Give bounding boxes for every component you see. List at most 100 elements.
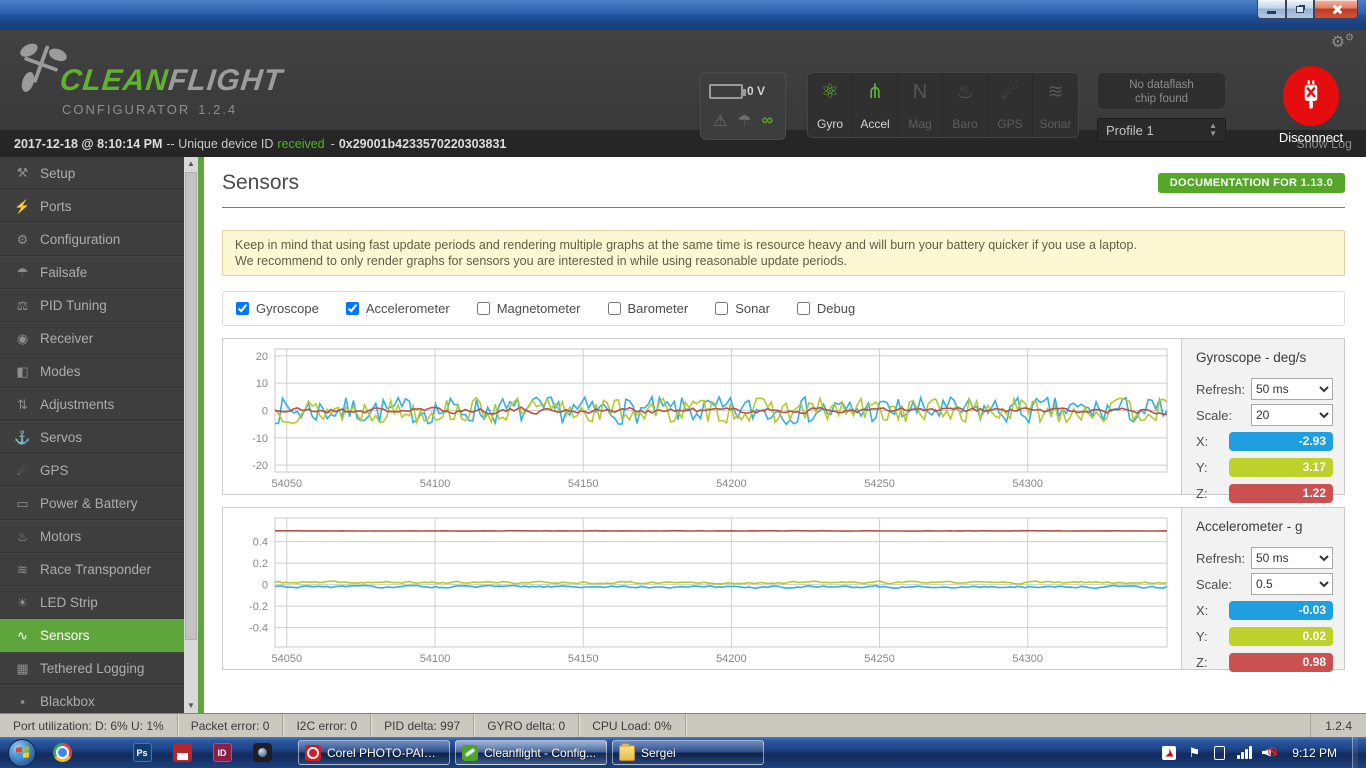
sensor-indicator-baro: ♨ Baro: [943, 73, 988, 137]
checkbox-input-debug[interactable]: [796, 302, 810, 315]
gyroscope-plot: 54050 54100 54150 54200 54250 54300 20 10 0 -10 -2…: [223, 339, 1181, 494]
disconnect-button[interactable]: Disconnect: [1256, 66, 1366, 145]
sidebar-item-motors[interactable]: ♨ Motors: [0, 520, 184, 553]
checkbox-label: Debug: [816, 301, 856, 316]
refresh-row: Refresh: 50 ms: [1196, 547, 1333, 569]
brand-name: CLEANFLIGHT: [58, 64, 285, 97]
checkbox-input-gyroscope[interactable]: [236, 302, 249, 315]
sidebar-item-tethered-logging[interactable]: ▦ Tethered Logging: [0, 652, 184, 685]
cleanflight-logo: CLEANFLIGHT CONFIGURATOR 1.2.4: [12, 38, 312, 124]
pinned-chrome-button[interactable]: [42, 739, 82, 767]
show-desktop-button[interactable]: [1352, 737, 1358, 768]
sidebar-scrollbar: ▲ ▼: [184, 157, 198, 713]
log-timestamp: 2017-12-18 @ 8:10:14 PM: [14, 136, 163, 151]
window-minimize-button[interactable]: [1257, 0, 1286, 19]
refresh-select[interactable]: 50 ms: [1251, 378, 1333, 400]
checkbox-label: Barometer: [627, 301, 689, 316]
sidebar-item-gps[interactable]: ☄ GPS: [0, 454, 184, 487]
svg-text:-0.4: -0.4: [249, 623, 268, 635]
volume-muted-icon[interactable]: [1261, 746, 1277, 760]
window-close-button[interactable]: [1314, 0, 1358, 19]
sidebar-item-configuration[interactable]: ⚙ Configuration: [0, 223, 184, 256]
device-tray-icon[interactable]: [1213, 745, 1225, 760]
scale-row: Scale: 0.5: [1196, 573, 1333, 595]
sidebar-item-ports[interactable]: ⚡ Ports: [0, 190, 184, 223]
sidebar-item-pid-tuning[interactable]: ⚖ PID Tuning: [0, 289, 184, 322]
pinned-indesign-button[interactable]: ID: [202, 739, 242, 767]
windows-taskbar: Ps ID Corel PHOTO-PAINT... Cleanflight - C…: [0, 737, 1366, 768]
settings-gears-icon[interactable]: ⚙⚙: [1331, 32, 1354, 52]
scrollbar-up-arrow[interactable]: ▲: [184, 157, 198, 171]
pinned-camera-button[interactable]: [242, 739, 282, 767]
checkbox-label: Accelerometer: [365, 301, 450, 316]
dataflash-status-button[interactable]: No dataflash chip found: [1097, 72, 1226, 110]
checkbox-input-accelerometer[interactable]: [345, 302, 359, 315]
chart-canvas-1: 54050 54100 54150 54200 54250 54300 0.4 0.2 0 -0.…: [249, 517, 1168, 665]
sidebar-item-race-transponder[interactable]: ≋ Race Transponder: [0, 553, 184, 586]
checkbox-input-barometer[interactable]: [607, 302, 621, 315]
scrollbar-down-arrow[interactable]: ▼: [184, 699, 198, 713]
checkbox-barometer[interactable]: Barometer: [607, 301, 689, 316]
battery-icon: ▭: [16, 495, 29, 511]
taskbar-button-label: Corel PHOTO-PAINT...: [327, 745, 443, 760]
svg-text:54100: 54100: [420, 653, 451, 665]
pinned-photoshop-button[interactable]: Ps: [122, 739, 162, 767]
refresh-label: Refresh:: [1196, 381, 1246, 397]
pinned-floppy-button[interactable]: [162, 739, 202, 767]
window-titlebar: [0, 0, 1366, 30]
sidebar-item-label: Power & Battery: [40, 496, 138, 511]
sidebar-item-power-battery[interactable]: ▭ Power & Battery: [0, 487, 184, 520]
app-version: 1.2.4: [198, 102, 238, 117]
brand-subtitle: CONFIGURATOR 1.2.4: [62, 102, 238, 117]
scale-select[interactable]: 0.5: [1251, 573, 1333, 595]
sidebar-item-receiver[interactable]: ◉ Receiver: [0, 322, 184, 355]
floppy-icon: [172, 743, 192, 762]
taskbar-clock[interactable]: 9:12 PM: [1292, 746, 1337, 760]
sidebar-item-modes[interactable]: ◧ Modes: [0, 355, 184, 388]
checkbox-accelerometer[interactable]: Accelerometer: [345, 301, 450, 316]
refresh-select[interactable]: 50 ms: [1251, 547, 1333, 569]
checkbox-magnetometer[interactable]: Magnetometer: [476, 301, 581, 316]
scale-select[interactable]: 20: [1251, 404, 1333, 426]
checkbox-input-magnetometer[interactable]: [476, 302, 490, 315]
sensor-indicator-label: Sonar: [1039, 117, 1072, 131]
sidebar-item-label: Motors: [40, 529, 82, 544]
axis-row-x: X: -0.03: [1196, 599, 1333, 621]
series-line-y-1: [274, 580, 1168, 585]
sensor-indicator-label: GPS: [997, 117, 1023, 131]
pinned-photo-viewer-button[interactable]: [82, 739, 122, 767]
taskbar-button-corel-photo-paint[interactable]: Corel PHOTO-PAINT...: [298, 740, 450, 765]
sidebar-item-setup[interactable]: ⚒ Setup: [0, 157, 184, 190]
camera-icon: [252, 743, 272, 762]
axis-row-x: X: -2.93: [1196, 430, 1333, 452]
checkbox-sonar[interactable]: Sonar: [715, 301, 770, 316]
scrollbar-thumb[interactable]: [185, 172, 197, 640]
svg-text:54050: 54050: [272, 653, 303, 665]
flag-tray-icon[interactable]: ⚑: [1186, 745, 1202, 761]
start-button[interactable]: [8, 738, 36, 767]
sidebar-item-failsafe[interactable]: ☂ Failsafe: [0, 256, 184, 289]
sidebar-item-blackbox[interactable]: ▪ Blackbox: [0, 685, 184, 713]
svg-text:54150: 54150: [568, 478, 599, 490]
acrobat-tray-icon[interactable]: [1162, 745, 1177, 760]
battery-status-box: 0 V ⚠ ☂ ∞: [700, 72, 786, 140]
sidebar-item-servos[interactable]: ⚓ Servos: [0, 421, 184, 454]
checkbox-input-sonar[interactable]: [715, 302, 729, 315]
log-status-received: received: [277, 136, 325, 151]
checkbox-debug[interactable]: Debug: [796, 301, 856, 316]
checkbox-label: Gyroscope: [256, 301, 319, 316]
taskbar-button-cleanflight-config[interactable]: Cleanflight - Config...: [455, 740, 607, 765]
checkbox-gyroscope[interactable]: Gyroscope: [236, 301, 319, 316]
taskbar-button-sergei[interactable]: Sergei: [612, 740, 764, 765]
sidebar-item-led-strip[interactable]: ☀ LED Strip: [0, 586, 184, 619]
screen: CLEANFLIGHT CONFIGURATOR 1.2.4 0 V ⚠ ☂ ∞ …: [0, 0, 1366, 768]
window-restore-button[interactable]: [1286, 0, 1314, 19]
documentation-button[interactable]: DOCUMENTATION FOR 1.13.0: [1157, 173, 1345, 193]
profile-select[interactable]: Profile 1 ▲ ▼: [1097, 118, 1226, 142]
logging-icon: ▦: [16, 660, 29, 676]
resource-warning-note: Keep in mind that using fast update peri…: [222, 230, 1345, 276]
checkbox-label: Magnetometer: [496, 301, 581, 316]
sidebar-item-sensors[interactable]: ∿ Sensors: [0, 619, 184, 652]
network-signal-icon[interactable]: [1237, 746, 1252, 759]
sidebar-item-adjustments[interactable]: ⇅ Adjustments: [0, 388, 184, 421]
